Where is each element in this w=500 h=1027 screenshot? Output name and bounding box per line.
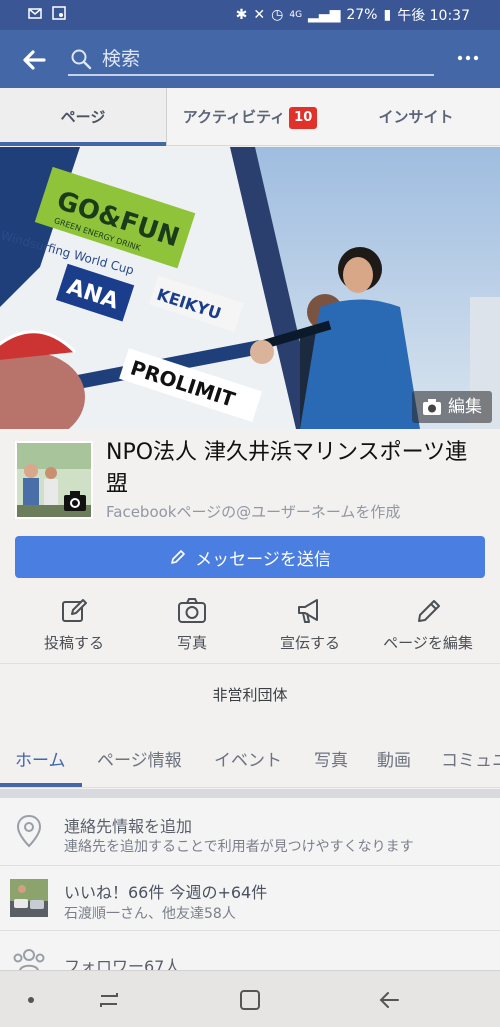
followers-title: フォロワー67人	[64, 957, 181, 970]
promote-label: 宣伝する	[279, 634, 340, 652]
notification-badge: 10	[289, 106, 318, 129]
dot-icon[interactable]	[18, 987, 44, 1013]
mail-icon	[28, 8, 42, 19]
likes-subtitle: 石渡順一さん、他友達58人	[64, 906, 236, 922]
friend-avatar	[10, 879, 48, 917]
cover-photo[interactable]: GO&FUN GREEN ENERGY DRINK ANA KEIKYU PRO…	[0, 147, 500, 429]
add-contact-subtitle: 連絡先を追加することで利用者が見つけやすくなります	[64, 839, 414, 855]
alarm-icon: ◷	[271, 7, 284, 23]
profile-picture[interactable]	[15, 441, 93, 519]
tab-insights[interactable]: インサイト	[333, 88, 499, 146]
promote-button[interactable]: 宣伝する	[250, 592, 370, 653]
tab-page-label: ページ	[60, 108, 106, 126]
more-options-icon[interactable]	[456, 46, 480, 70]
tab-videos[interactable]: 動画	[377, 746, 411, 771]
tab-community[interactable]: コミュニ	[441, 746, 500, 771]
active-tab-indicator	[0, 783, 82, 787]
battery-percent: 27%	[346, 7, 378, 23]
compose-icon	[62, 599, 87, 622]
post-label: 投稿する	[43, 634, 104, 652]
tab-activity-label: アクティビティ	[182, 108, 286, 126]
photo-button[interactable]: 写真	[132, 592, 252, 653]
tab-insights-label: インサイト	[378, 108, 454, 126]
tab-activity[interactable]: アクティビティ 10	[167, 88, 333, 146]
page-title: NPO法人 津久井浜マリンスポーツ連盟	[106, 440, 468, 497]
app-header	[0, 30, 500, 88]
gallery-icon	[52, 6, 66, 20]
megaphone-icon	[298, 599, 318, 623]
system-nav-bar	[0, 970, 500, 1027]
mute-icon: ✕	[253, 7, 266, 23]
likes-title: いいね！66件 今週の+64件	[64, 883, 268, 902]
signal-icon: ▂▄▆	[308, 7, 341, 23]
status-bar: ✱ ✕ ◷ 4G ▂▄▆ 27% ▮ 午後 10:37	[0, 0, 500, 30]
tab-photos[interactable]: 写真	[314, 746, 348, 771]
battery-icon: ▮	[383, 7, 392, 23]
create-username-link[interactable]: Facebookページの@ユーザーネームを作成	[106, 501, 400, 522]
photo-label: 写真	[176, 634, 207, 652]
add-contact-title: 連絡先情報を追加	[64, 817, 193, 836]
pencil-icon	[418, 600, 440, 622]
camera-icon[interactable]	[63, 489, 87, 513]
pencil-icon	[171, 550, 185, 564]
back-icon[interactable]	[376, 987, 402, 1013]
edit-cover-button[interactable]: 編集	[412, 391, 492, 423]
back-arrow-icon[interactable]	[18, 44, 50, 76]
location-pin-icon	[16, 814, 42, 848]
clock: 午後 10:37	[397, 8, 470, 24]
page-tab-bar: ホーム ページ情報 イベント 写真 動画 コミュニ	[0, 736, 500, 788]
network-label: 4G	[289, 10, 303, 20]
bluetooth-icon: ✱	[235, 7, 248, 23]
search-bar[interactable]	[68, 42, 434, 76]
camera-icon	[178, 598, 206, 623]
likes-row[interactable]: いいね！66件 今週の+64件 石渡順一さん、他友達58人	[0, 866, 500, 930]
send-message-label: メッセージを送信	[195, 549, 331, 570]
home-icon[interactable]	[237, 987, 263, 1013]
page-category: 非営利団体	[212, 686, 288, 704]
tab-events[interactable]: イベント	[214, 746, 282, 771]
tab-page-info[interactable]: ページ情報	[97, 746, 182, 771]
add-contact-row[interactable]: 連絡先情報を追加 連絡先を追加することで利用者が見つけやすくなります	[0, 798, 500, 865]
tab-page[interactable]: ページ	[0, 88, 166, 146]
followers-row[interactable]: フォロワー67人	[0, 931, 500, 970]
edit-cover-label: 編集	[448, 397, 482, 417]
followers-icon	[13, 949, 45, 970]
search-icon	[71, 49, 92, 70]
cover-image: GO&FUN GREEN ENERGY DRINK ANA KEIKYU PRO…	[0, 147, 500, 429]
camera-icon	[423, 399, 441, 415]
edit-page-button[interactable]: ページを編集	[368, 592, 488, 653]
recent-apps-icon[interactable]	[96, 987, 122, 1013]
tab-home[interactable]: ホーム	[15, 746, 66, 771]
send-message-button[interactable]: メッセージを送信	[15, 536, 485, 578]
edit-page-label: ページを編集	[383, 634, 473, 652]
top-tab-bar: ページ アクティビティ 10 インサイト	[0, 88, 500, 146]
section-separator	[0, 789, 500, 798]
divider	[0, 663, 500, 664]
search-input[interactable]	[102, 44, 422, 74]
page-profile: NPO法人 津久井浜マリンスポーツ連盟 Facebookページの@ユーザーネーム…	[0, 429, 500, 529]
post-button[interactable]: 投稿する	[14, 592, 134, 653]
action-bar: 投稿する 写真 宣伝する ページを編集	[0, 592, 500, 662]
